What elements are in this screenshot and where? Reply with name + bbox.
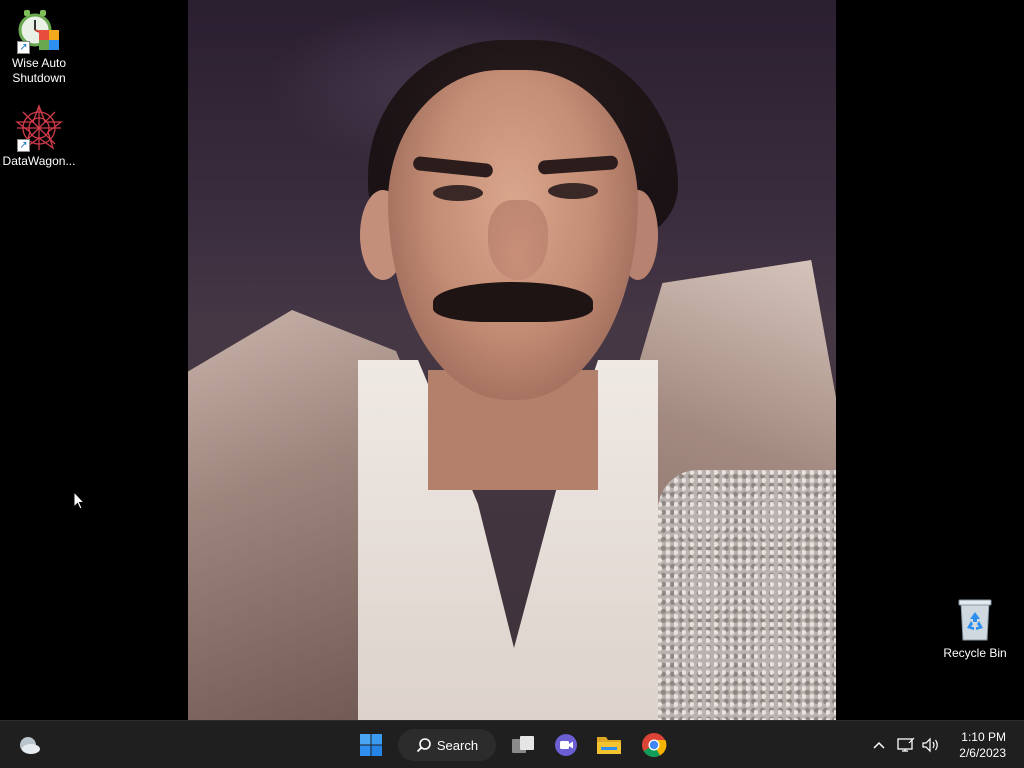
- desktop-wallpaper: [188, 0, 836, 720]
- mouse-cursor-icon: [73, 491, 85, 510]
- task-view-button[interactable]: [504, 727, 542, 763]
- chrome-button[interactable]: [635, 727, 673, 763]
- taskbar: Search 1:10 PM 2/6/2023: [0, 720, 1024, 768]
- desktop-icon-label: DataWagon...: [2, 154, 76, 168]
- desktop: ↗ Wise Auto Shutdown ↗ DataWagon... Recy…: [0, 0, 1024, 720]
- desktop-icon-label: Wise Auto Shutdown: [11, 56, 67, 85]
- chevron-up-icon: [873, 741, 885, 749]
- volume-button[interactable]: [919, 727, 943, 763]
- folder-icon: [597, 737, 621, 754]
- desktop-icon-label: Recycle Bin: [943, 646, 1007, 660]
- recycle-bin-icon: [951, 596, 999, 644]
- network-button[interactable]: [894, 727, 918, 763]
- desktop-icon-datawagon[interactable]: ↗ DataWagon...: [1, 104, 77, 169]
- system-clock[interactable]: 1:10 PM 2/6/2023: [959, 729, 1006, 761]
- widgets-button[interactable]: [10, 727, 48, 763]
- task-view-icon: [512, 736, 534, 753]
- desktop-icon-wise-auto-shutdown[interactable]: ↗ Wise Auto Shutdown: [1, 6, 77, 86]
- desktop-icon-recycle-bin[interactable]: Recycle Bin: [937, 596, 1013, 661]
- file-explorer-button[interactable]: [590, 727, 628, 763]
- wise-auto-shutdown-icon: ↗: [15, 6, 63, 54]
- clock-date: 2/6/2023: [959, 746, 1006, 760]
- weather-widget-icon: [20, 737, 40, 754]
- search-icon: [416, 738, 431, 753]
- chat-button[interactable]: [547, 727, 585, 763]
- chrome-icon: [642, 733, 667, 758]
- show-hidden-icons-button[interactable]: [866, 727, 892, 763]
- windows-start-icon: [360, 734, 382, 756]
- taskbar-search-button[interactable]: Search: [398, 729, 496, 761]
- clock-time: 1:10 PM: [961, 730, 1006, 744]
- volume-icon: [922, 737, 938, 753]
- start-button[interactable]: [352, 727, 390, 763]
- search-label: Search: [436, 737, 479, 753]
- meet-chat-icon: [555, 734, 577, 756]
- network-icon: [897, 737, 915, 752]
- datawagon-icon: ↗: [15, 104, 63, 152]
